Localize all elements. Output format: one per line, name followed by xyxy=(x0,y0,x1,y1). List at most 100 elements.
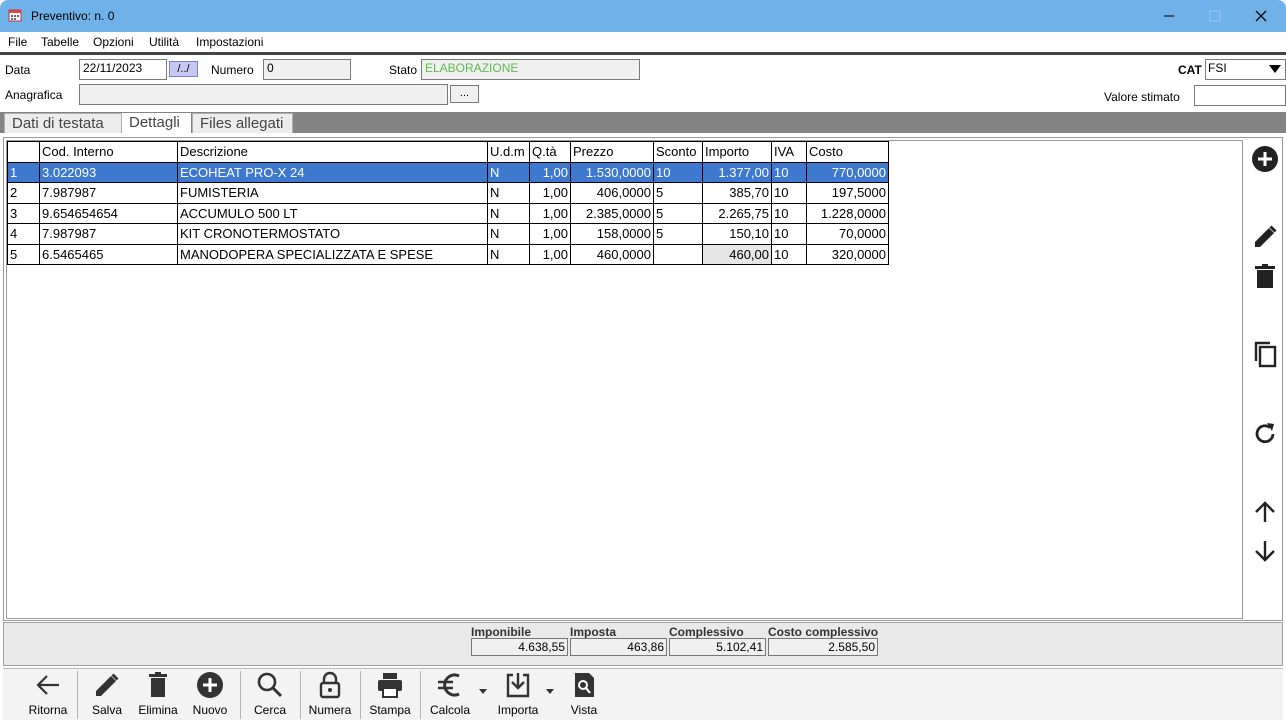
cell-cod-interno[interactable]: 3.022093 xyxy=(39,161,178,183)
cell-qta[interactable]: 1,00 xyxy=(529,161,571,183)
col-header-prezzo[interactable]: Prezzo xyxy=(570,141,654,163)
cell-udm[interactable]: N xyxy=(487,161,530,183)
cell-prezzo[interactable]: 1.530,0000 xyxy=(570,161,654,183)
numero-field[interactable]: 0 xyxy=(263,59,351,80)
tab-dettagli[interactable]: Dettagli xyxy=(122,113,191,133)
col-header-costo[interactable]: Costo xyxy=(806,141,889,163)
close-button[interactable] xyxy=(1238,4,1284,28)
date-picker-button[interactable]: /../ xyxy=(169,61,198,77)
cell-importo[interactable]: 150,10 xyxy=(702,223,772,245)
cell-cod-interno[interactable]: 9.654654654 xyxy=(39,202,178,224)
cell-iva[interactable]: 10 xyxy=(771,202,807,224)
numera-button[interactable]: Numera xyxy=(305,670,355,720)
cell-prezzo[interactable]: 406,0000 xyxy=(570,182,654,204)
cell-costo[interactable]: 70,0000 xyxy=(806,223,889,245)
cell-sconto[interactable]: 5 xyxy=(653,182,703,204)
valore-stimato-field[interactable] xyxy=(1194,85,1286,106)
importa-button[interactable]: Importa xyxy=(494,670,542,720)
menu-opzioni[interactable]: Opzioni xyxy=(93,35,134,49)
table-row[interactable]: 3 9.654654654 ACCUMULO 500 LT N 1,00 2.3… xyxy=(7,202,889,224)
table-row[interactable]: 1 3.022093 ECOHEAT PRO-X 24 N 1,00 1.530… xyxy=(7,161,889,183)
cell-sconto[interactable]: 10 xyxy=(653,161,703,183)
data-field[interactable]: 22/11/2023 xyxy=(79,59,167,80)
cell-costo[interactable]: 1.228,0000 xyxy=(806,202,889,224)
cell-importo[interactable]: 2.265,75 xyxy=(702,202,772,224)
cell-index[interactable]: 4 xyxy=(7,223,40,245)
cell-udm[interactable]: N xyxy=(487,223,530,245)
cell-qta[interactable]: 1,00 xyxy=(529,202,571,224)
refresh-button[interactable] xyxy=(1251,420,1279,448)
cell-sconto[interactable] xyxy=(653,243,703,265)
menu-file[interactable]: File xyxy=(8,35,27,49)
menu-utilita[interactable]: Utilità xyxy=(149,35,179,49)
col-header-descrizione[interactable]: Descrizione xyxy=(177,141,488,163)
cell-udm[interactable]: N xyxy=(487,202,530,224)
cell-udm[interactable]: N xyxy=(487,182,530,204)
col-header-iva[interactable]: IVA xyxy=(771,141,807,163)
cell-index[interactable]: 1 xyxy=(7,161,40,183)
cell-iva[interactable]: 10 xyxy=(771,182,807,204)
cell-descrizione[interactable]: KIT CRONOTERMOSTATO xyxy=(177,223,488,245)
stampa-button[interactable]: Stampa xyxy=(366,670,414,720)
cell-cod-interno[interactable]: 7.987987 xyxy=(39,223,178,245)
cell-prezzo[interactable]: 158,0000 xyxy=(570,223,654,245)
delete-row-button[interactable] xyxy=(1251,262,1279,290)
cell-qta[interactable]: 1,00 xyxy=(529,223,571,245)
cell-costo[interactable]: 197,5000 xyxy=(806,182,889,204)
edit-row-button[interactable] xyxy=(1251,223,1279,251)
elimina-button[interactable]: Elimina xyxy=(134,670,182,720)
minimize-button[interactable] xyxy=(1146,4,1192,28)
cell-cod-interno[interactable]: 6.5465465 xyxy=(39,243,178,265)
cell-iva[interactable]: 10 xyxy=(771,243,807,265)
cell-importo[interactable]: 1.377,00 xyxy=(702,161,772,183)
cell-iva[interactable]: 10 xyxy=(771,161,807,183)
cell-cod-interno[interactable]: 7.987987 xyxy=(39,182,178,204)
table-row[interactable]: 4 7.987987 KIT CRONOTERMOSTATO N 1,00 15… xyxy=(7,223,889,245)
salva-button[interactable]: Salva xyxy=(84,670,130,720)
tab-dati-di-testata[interactable]: Dati di testata xyxy=(4,113,122,133)
cell-sconto[interactable]: 5 xyxy=(653,223,703,245)
cell-costo[interactable]: 320,0000 xyxy=(806,243,889,265)
cell-importo[interactable]: 385,70 xyxy=(702,182,772,204)
cell-qta[interactable]: 1,00 xyxy=(529,182,571,204)
vista-button[interactable]: Vista xyxy=(562,670,606,720)
anagrafica-field[interactable] xyxy=(79,84,448,105)
cell-index[interactable]: 2 xyxy=(7,182,40,204)
menu-impostazioni[interactable]: Impostazioni xyxy=(196,35,263,49)
cell-sconto[interactable]: 5 xyxy=(653,202,703,224)
cell-importo[interactable]: 460,00 xyxy=(702,243,772,265)
col-header-sconto[interactable]: Sconto xyxy=(653,141,703,163)
cell-iva[interactable]: 10 xyxy=(771,223,807,245)
table-row[interactable]: 5 6.5465465 MANODOPERA SPECIALIZZATA E S… xyxy=(7,243,889,265)
cell-prezzo[interactable]: 460,0000 xyxy=(570,243,654,265)
ritorna-button[interactable]: Ritorna xyxy=(22,670,74,720)
add-row-button[interactable] xyxy=(1251,145,1279,173)
col-header-udm[interactable]: U.d.m xyxy=(487,141,530,163)
col-header-importo[interactable]: Importo xyxy=(702,141,772,163)
cell-costo[interactable]: 770,0000 xyxy=(806,161,889,183)
anagrafica-lookup-button[interactable]: ... xyxy=(450,85,479,103)
cell-qta[interactable]: 1,00 xyxy=(529,243,571,265)
calcola-dropdown-icon[interactable] xyxy=(479,689,487,694)
cell-descrizione[interactable]: MANODOPERA SPECIALIZZATA E SPESE xyxy=(177,243,488,265)
cat-select[interactable]: FSI xyxy=(1205,59,1286,80)
stato-field[interactable]: ELABORAZIONE xyxy=(421,59,640,80)
table-row[interactable]: 2 7.987987 FUMISTERIA N 1,00 406,0000 5 … xyxy=(7,182,889,204)
calcola-button[interactable]: Calcola xyxy=(426,670,474,720)
cell-udm[interactable]: N xyxy=(487,243,530,265)
col-header-index[interactable] xyxy=(7,141,40,163)
cell-index[interactable]: 5 xyxy=(7,243,40,265)
menu-tabelle[interactable]: Tabelle xyxy=(41,35,79,49)
importa-dropdown-icon[interactable] xyxy=(546,689,554,694)
cell-descrizione[interactable]: FUMISTERIA xyxy=(177,182,488,204)
cell-descrizione[interactable]: ECOHEAT PRO-X 24 xyxy=(177,161,488,183)
tab-files-allegati[interactable]: Files allegati xyxy=(192,113,293,133)
cerca-button[interactable]: Cerca xyxy=(248,670,292,720)
move-down-button[interactable] xyxy=(1251,537,1279,565)
cell-prezzo[interactable]: 2.385,0000 xyxy=(570,202,654,224)
col-header-cod-interno[interactable]: Cod. Interno xyxy=(39,141,178,163)
nuovo-button[interactable]: Nuovo xyxy=(187,670,233,720)
cell-descrizione[interactable]: ACCUMULO 500 LT xyxy=(177,202,488,224)
col-header-qta[interactable]: Q.tà xyxy=(529,141,571,163)
cell-index[interactable]: 3 xyxy=(7,202,40,224)
